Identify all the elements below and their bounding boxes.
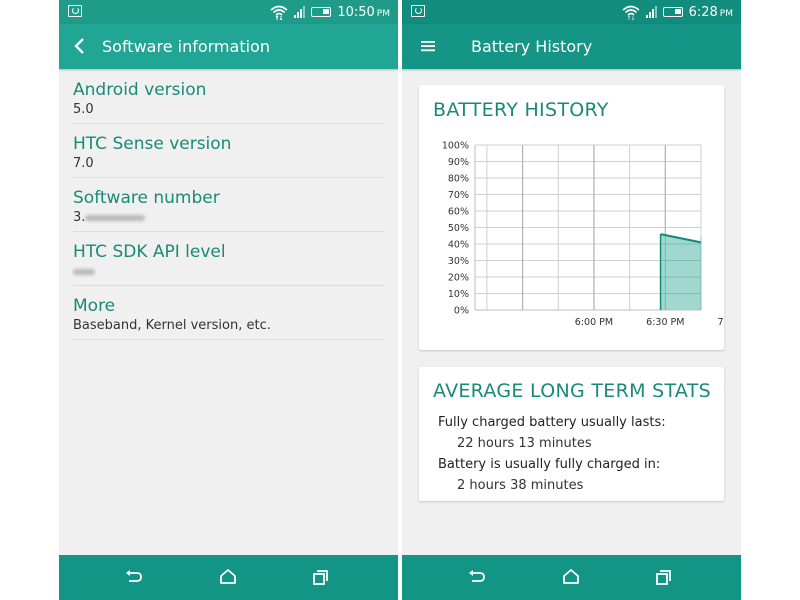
y-tick-label: 20% [448,273,469,284]
redacted-value [73,268,95,275]
item-value: 3. [73,209,384,227]
battery-icon [662,7,683,17]
y-tick-label: 10% [448,289,469,300]
recents-icon[interactable] [310,567,332,587]
stat-label-charge-time: Battery is usually fully charged in: [438,457,661,472]
battery-history-card: BATTERY HISTORY 0% 10% 20% 30% 40% 50% 60% 70% 8… [419,85,724,350]
battery-area [660,234,701,310]
y-tick-label: 50% [448,223,469,234]
y-tick-label: 0% [454,306,469,317]
y-tick-label: 90% [448,157,469,168]
home-icon[interactable] [217,567,239,587]
battery-icon [311,7,332,17]
stat-label-battery-lasts: Fully charged battery usually lasts: [438,415,666,430]
navigation-bar [59,555,398,600]
y-tick-label: 60% [448,207,469,218]
status-bar: 6:28 PM [402,0,741,24]
battery-history-chart: 0% 10% 20% 30% 40% 50% 60% 70% 80% 90% 100% 6:00 PM… [442,141,724,329]
x-tick-label: 6:00 PM [575,317,613,328]
list-item-htc-sense-version[interactable]: HTC Sense version 7.0 [73,124,384,178]
battery-history-screen: 6:28 PM Battery History BATTERY HISTORY 0… [402,0,741,600]
software-information-screen: 10:50 PM Software information Android ver… [59,0,398,600]
status-bar: 10:50 PM [59,0,398,24]
back-icon[interactable] [123,567,145,587]
item-title: More [73,296,116,316]
y-tick-label: 70% [448,190,469,201]
list-item-software-number[interactable]: Software number 3. [73,178,384,232]
page-title: Software information [102,37,270,56]
stat-value-charge-time: 2 hours 38 minutes [457,478,584,493]
item-value: 5.0 [73,102,94,117]
item-value: 7.0 [73,156,94,171]
power-icon [68,5,82,17]
software-info-list: Android version 5.0 HTC Sense version 7.… [73,70,384,340]
y-tick-label: 80% [448,174,469,185]
app-bar: Software information [59,24,398,69]
x-tick-label: 6:30 PM [646,317,684,328]
signal-icon [294,6,306,18]
list-item-android-version[interactable]: Android version 5.0 [73,70,384,124]
clock: 10:50 PM [337,4,390,20]
back-icon[interactable] [71,37,89,55]
card-title: AVERAGE LONG TERM STATS [433,380,712,402]
list-item-more[interactable]: More Baseband, Kernel version, etc. [73,286,384,340]
y-tick-label: 100% [442,141,469,152]
average-stats-card: AVERAGE LONG TERM STATS Fully charged ba… [419,367,724,501]
item-value-prefix: 3. [73,210,86,225]
power-icon [411,5,425,17]
y-tick-label: 30% [448,256,469,267]
item-value: Baseband, Kernel version, etc. [73,318,271,333]
item-title: HTC Sense version [73,134,232,154]
item-title: Android version [73,80,207,100]
item-title: HTC SDK API level [73,242,226,262]
home-icon[interactable] [560,567,582,587]
page-title: Battery History [471,37,593,56]
app-bar: Battery History [402,24,741,69]
wifi-icon [622,5,640,20]
signal-icon [645,6,657,18]
back-icon[interactable] [466,567,488,587]
menu-icon[interactable] [421,40,435,52]
redacted-value [85,214,146,221]
stat-value-battery-lasts: 22 hours 13 minutes [457,436,592,451]
list-item-htc-sdk-api-level[interactable]: HTC SDK API level [73,232,384,286]
y-tick-label: 40% [448,240,469,251]
navigation-bar [402,555,741,600]
x-tick-label: 7:00 PM [718,317,724,328]
clock: 6:28 PM [688,4,733,20]
recents-icon[interactable] [653,567,675,587]
item-title: Software number [73,188,220,208]
item-value [73,263,384,281]
wifi-icon [270,5,288,20]
